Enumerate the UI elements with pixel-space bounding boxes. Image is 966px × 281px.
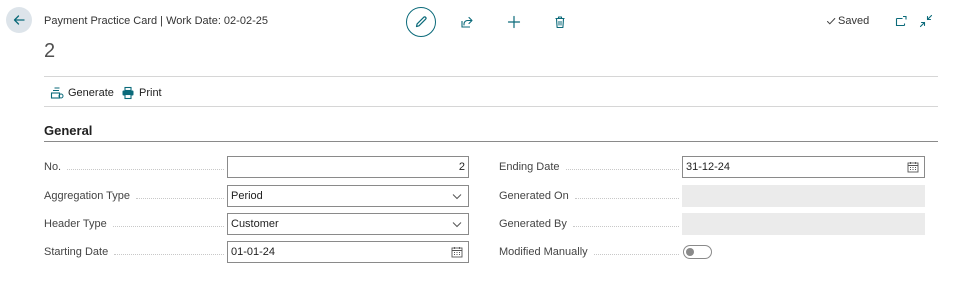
starting-date-label: Starting Date bbox=[44, 246, 224, 258]
header-type-label: Header Type bbox=[44, 218, 224, 230]
print-button[interactable]: Print bbox=[121, 86, 162, 100]
print-label: Print bbox=[139, 87, 162, 99]
no-field[interactable]: 2 bbox=[227, 156, 469, 178]
arrow-left-icon bbox=[13, 15, 25, 25]
saved-status: Saved bbox=[826, 15, 869, 27]
generate-icon bbox=[50, 87, 64, 99]
collapse-icon bbox=[919, 14, 933, 28]
collapse-button[interactable] bbox=[918, 13, 934, 29]
chevron-down-icon bbox=[449, 188, 465, 204]
general-section-divider bbox=[44, 141, 938, 142]
checkmark-icon bbox=[827, 18, 836, 25]
starting-date-field[interactable]: 01-01-24 bbox=[227, 241, 469, 263]
add-button[interactable] bbox=[505, 13, 523, 31]
open-new-window-icon bbox=[895, 15, 907, 27]
chevron-down-icon bbox=[449, 216, 465, 232]
ending-date-label: Ending Date bbox=[499, 161, 679, 173]
toggle-knob bbox=[686, 248, 694, 256]
header-divider bbox=[44, 76, 938, 77]
header-type-select[interactable]: Customer bbox=[227, 213, 469, 235]
ending-date-field[interactable]: 31-12-24 bbox=[682, 156, 925, 178]
trash-icon bbox=[555, 16, 565, 29]
page-caption: Payment Practice Card | Work Date: 02-02… bbox=[44, 15, 268, 27]
edit-button[interactable] bbox=[406, 7, 436, 37]
record-title: 2 bbox=[44, 40, 56, 62]
aggregation-type-label: Aggregation Type bbox=[44, 190, 224, 202]
calendar-icon[interactable] bbox=[449, 244, 465, 260]
share-icon bbox=[461, 16, 473, 28]
plus-icon bbox=[507, 15, 521, 29]
back-button[interactable] bbox=[6, 7, 32, 33]
generated-by-label: Generated By bbox=[499, 218, 679, 230]
generate-label: Generate bbox=[68, 87, 114, 99]
modified-manually-label: Modified Manually bbox=[499, 246, 679, 258]
saved-label: Saved bbox=[838, 15, 870, 27]
aggregation-type-select[interactable]: Period bbox=[227, 185, 469, 207]
share-button[interactable] bbox=[458, 13, 476, 31]
no-label: No. bbox=[44, 161, 224, 173]
general-section-title[interactable]: General bbox=[44, 123, 92, 138]
delete-button[interactable] bbox=[551, 13, 569, 31]
actions-divider bbox=[44, 106, 938, 107]
generated-on-field bbox=[682, 185, 925, 207]
generate-button[interactable]: Generate bbox=[50, 86, 114, 100]
printer-icon bbox=[122, 86, 134, 100]
generated-by-field bbox=[682, 213, 925, 235]
modified-manually-toggle[interactable] bbox=[683, 245, 712, 259]
generated-on-label: Generated On bbox=[499, 190, 679, 202]
pencil-icon bbox=[415, 16, 427, 28]
calendar-icon[interactable] bbox=[905, 159, 921, 175]
open-in-new-window-button[interactable] bbox=[893, 13, 909, 29]
